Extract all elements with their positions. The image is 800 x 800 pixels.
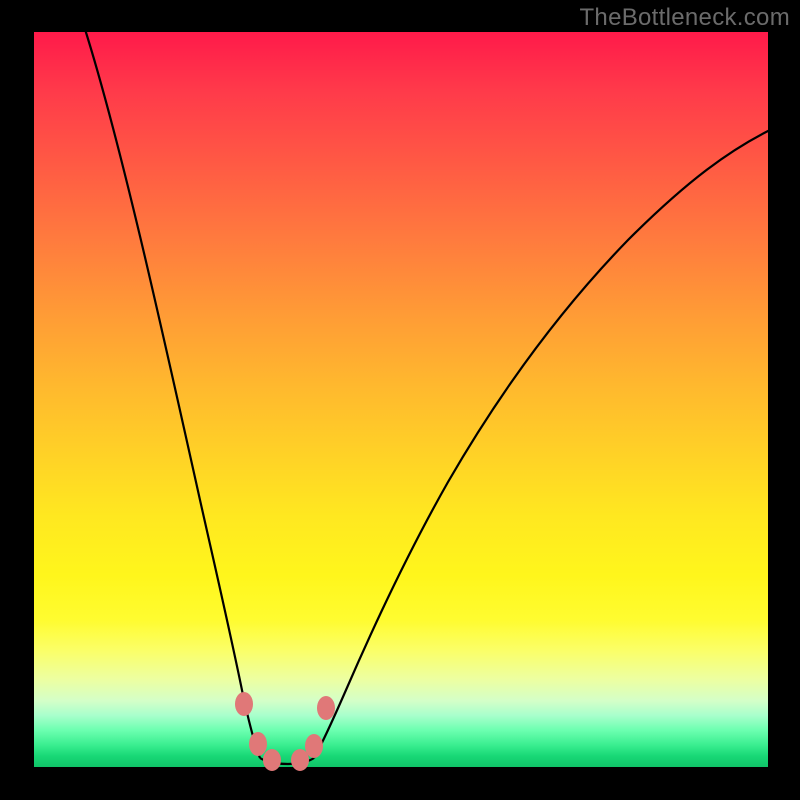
chart-frame: TheBottleneck.com [0,0,800,800]
watermark-text: TheBottleneck.com [579,4,790,32]
plot-area [34,32,768,767]
